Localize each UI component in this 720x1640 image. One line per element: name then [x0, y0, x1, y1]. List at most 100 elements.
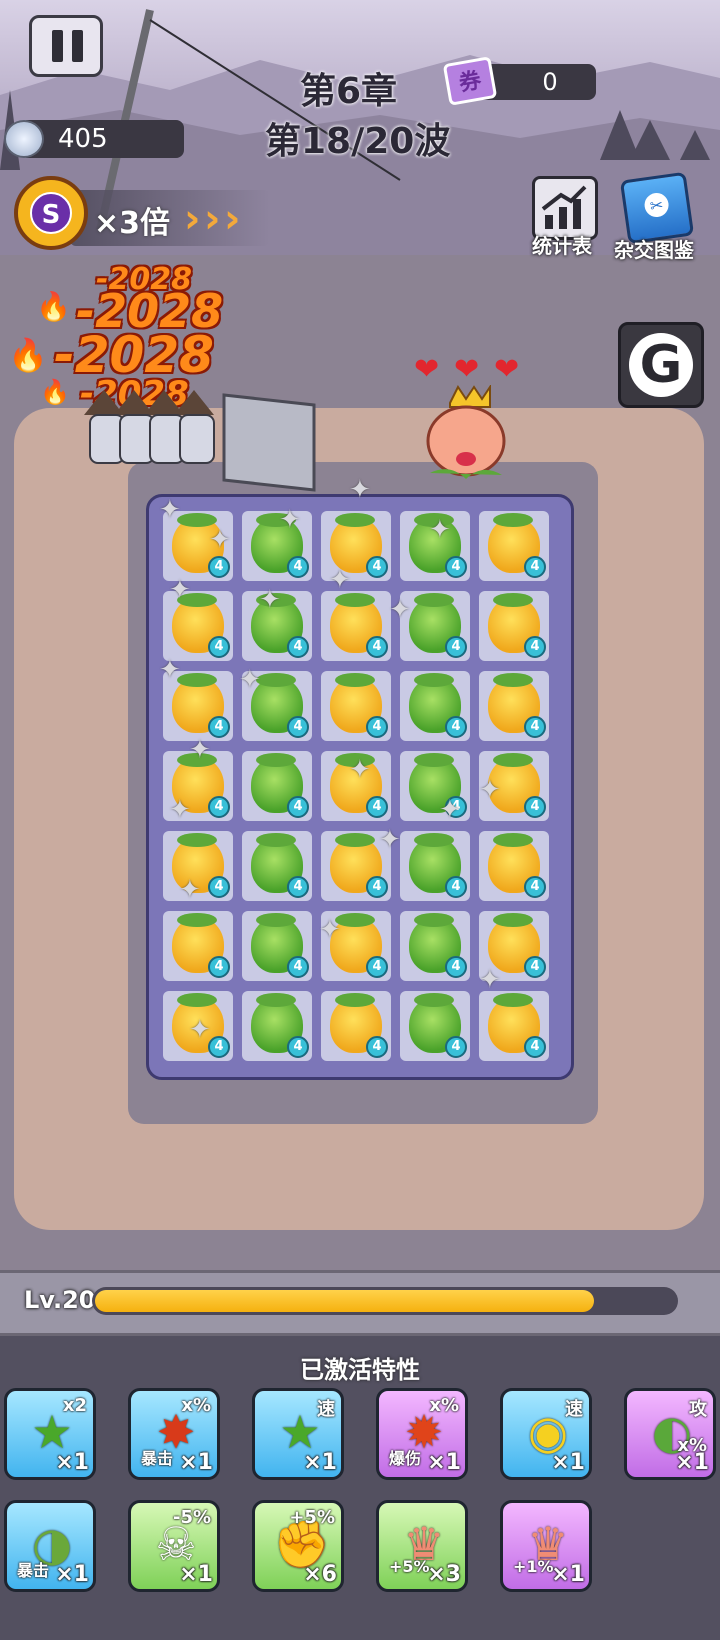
plant-level-badge: 4 — [287, 716, 309, 738]
plant-cell[interactable]: 4 — [242, 991, 312, 1061]
trait-card[interactable]: ✊ +5% ×6 — [252, 1500, 344, 1592]
heart-icon: ❤ — [454, 352, 480, 387]
trait-card[interactable]: ✸ x% 暴击 ×1 — [128, 1388, 220, 1480]
plant-cell[interactable]: 4 — [321, 591, 391, 661]
plant-cell[interactable]: 4 — [242, 911, 312, 981]
g-icon: G — [629, 333, 693, 397]
trait-tag: 暴击 — [141, 1449, 174, 1468]
trait-modifier: -5% — [172, 1507, 211, 1528]
trait-count: ×1 — [179, 1562, 213, 1587]
leaf-icon — [493, 833, 533, 847]
book-icon: ✂ — [644, 193, 669, 218]
trait-tag: +5% — [389, 1557, 430, 1576]
enemy-group — [84, 390, 316, 492]
chapter-title: 第6章 — [300, 71, 398, 112]
wave-counter: 第18/20波 — [265, 121, 451, 162]
plant-level-badge: 4 — [208, 636, 230, 658]
plant-cell[interactable]: 4 — [242, 751, 312, 821]
plant-level-badge: 4 — [366, 876, 388, 898]
shuriken-icon: ✦ — [179, 875, 201, 905]
plant-cell[interactable]: 4 — [242, 831, 312, 901]
plant-cell[interactable]: 4 — [479, 511, 549, 581]
leaf-icon — [256, 833, 296, 847]
shuriken-icon: ✦ — [159, 655, 181, 685]
trait-card[interactable]: ★ x2 ×1 — [4, 1388, 96, 1480]
shuriken-icon: ✦ — [189, 1015, 211, 1045]
leaf-icon — [335, 993, 375, 1007]
trait-card[interactable]: ◐ 攻 x% ×1 — [624, 1388, 716, 1480]
trait-tag: 爆伤 — [389, 1449, 422, 1468]
plant-cell[interactable]: 4 — [400, 831, 470, 901]
trait-card[interactable]: ✹ x% 爆伤 ×1 — [376, 1388, 468, 1480]
plant-level-badge: 4 — [208, 716, 230, 738]
plant-level-badge: 4 — [445, 556, 467, 578]
trait-count: ×3 — [427, 1562, 461, 1587]
leaf-icon — [177, 833, 217, 847]
pause-button[interactable] — [29, 15, 103, 77]
trait-card[interactable]: ☠ -5% ×1 — [128, 1500, 220, 1592]
trait-card[interactable]: ★ 速 ×1 — [252, 1388, 344, 1480]
plant-level-badge: 4 — [366, 1036, 388, 1058]
plant-cell[interactable]: 4 — [321, 991, 391, 1061]
plant-level-badge: 4 — [208, 956, 230, 978]
ticket-count: 0 — [542, 68, 558, 96]
plant-level-badge: 4 — [366, 796, 388, 818]
plant-level-badge: 4 — [366, 956, 388, 978]
trait-modifier: 速 — [317, 1399, 335, 1420]
trait-count: ×1 — [675, 1450, 709, 1475]
plant-grid: 4 4 4 4 4 4 4 4 4 4 4 4 4 4 4 4 4 4 4 4 4 4 4 4 4 4 4 4 4 4 4 4 4 4 4 ✦ ✦ ✦ ✦ ✦… — [146, 477, 574, 1080]
chevron-right-icon: › — [204, 196, 221, 242]
shuriken-icon: ✦ — [169, 575, 191, 605]
plant-cell[interactable]: 4 — [400, 671, 470, 741]
leaf-icon — [335, 513, 375, 527]
leaf-icon — [414, 833, 454, 847]
level-label: Lv.20 — [24, 1286, 96, 1314]
leaf-icon — [414, 913, 454, 927]
trait-card[interactable]: ◉ 速 ×1 — [500, 1388, 592, 1480]
trait-count: ×1 — [179, 1450, 213, 1475]
plant-level-badge: 4 — [445, 716, 467, 738]
leaf-icon — [493, 753, 533, 767]
chart-icon — [541, 185, 587, 229]
ticket-icon: 券 — [442, 56, 498, 106]
trait-count: ×1 — [303, 1450, 337, 1475]
trait-card[interactable]: ◑ 暴击 ×1 — [4, 1500, 96, 1592]
trait-tag: 暴击 — [17, 1561, 50, 1580]
shuriken-icon: ✦ — [479, 965, 501, 995]
shuriken-icon: ✦ — [319, 915, 341, 945]
plant-cell[interactable]: 4 — [400, 991, 470, 1061]
plant-cell[interactable]: 4 — [163, 911, 233, 981]
speed-badge: S — [30, 192, 72, 234]
trait-tag: +1% — [513, 1557, 554, 1576]
leaf-icon — [414, 593, 454, 607]
plant-level-badge: 4 — [366, 636, 388, 658]
plant-cell[interactable]: 4 — [400, 911, 470, 981]
speed-multiplier: ×3倍 — [94, 206, 171, 241]
trait-modifier: x% — [181, 1395, 211, 1416]
leaf-icon — [335, 673, 375, 687]
plant-level-badge: 4 — [366, 716, 388, 738]
leaf-icon — [256, 753, 296, 767]
stats-label: 统计表 — [532, 234, 592, 258]
leaf-icon — [493, 913, 533, 927]
trait-card[interactable]: ♛ +5% ×3 — [376, 1500, 468, 1592]
trait-count: ×1 — [427, 1450, 461, 1475]
gem-icon — [4, 120, 44, 158]
trait-modifier: 速 — [565, 1399, 583, 1420]
trait-count: ×1 — [55, 1450, 89, 1475]
trait-modifier: +5% — [289, 1507, 335, 1528]
trait-count: ×1 — [551, 1562, 585, 1587]
plant-cell[interactable]: 4 — [479, 991, 549, 1061]
plant-cell[interactable]: 4 — [479, 831, 549, 901]
plant-cell[interactable]: 4 — [479, 671, 549, 741]
trait-card[interactable]: ♛ +1% ×1 — [500, 1500, 592, 1592]
g-button[interactable]: G — [618, 322, 704, 408]
trait-count: ×1 — [551, 1450, 585, 1475]
plant-cell[interactable]: 4 — [321, 671, 391, 741]
plant-level-badge: 4 — [445, 956, 467, 978]
pause-icon-bar — [72, 30, 83, 62]
shuriken-icon: ✦ — [239, 665, 261, 695]
stopwatch-icon[interactable]: S — [14, 176, 88, 250]
plant-cell[interactable]: 4 — [479, 591, 549, 661]
leaf-icon — [256, 993, 296, 1007]
